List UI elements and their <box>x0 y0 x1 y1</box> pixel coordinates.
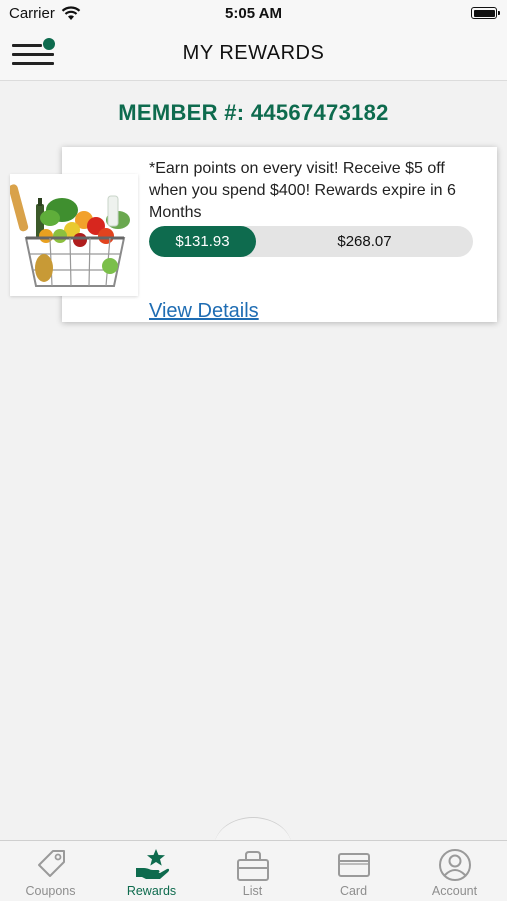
tab-bar: Coupons Rewards List Card Account <box>0 840 507 901</box>
card-icon <box>337 853 370 877</box>
tab-rewards[interactable]: Rewards <box>101 841 202 901</box>
grocery-basket-image <box>8 174 138 296</box>
list-basket-icon <box>236 851 269 881</box>
status-time: 5:05 AM <box>225 5 282 22</box>
tab-coupons[interactable]: Coupons <box>0 841 101 901</box>
battery-icon <box>471 7 500 19</box>
tab-label: Account <box>431 884 478 898</box>
tab-label: Card <box>339 884 368 898</box>
account-icon <box>438 849 471 881</box>
tag-icon <box>37 850 65 877</box>
tab-label: Rewards <box>126 884 177 898</box>
view-details-link[interactable]: View Details <box>149 300 259 323</box>
reward-description: *Earn points on every visit! Receive $5 … <box>149 160 456 221</box>
member-number: MEMBER #: 44567473182 <box>118 100 389 125</box>
progress-remaining: $268.07 <box>337 233 392 250</box>
status-bar: Carrier 5:05 AM <box>0 0 507 28</box>
tab-list[interactable]: List <box>202 841 303 901</box>
progress-earned: $131.93 <box>149 226 256 257</box>
nav-bar: MY REWARDS <box>0 28 507 81</box>
tab-label: List <box>242 884 263 898</box>
page-title: MY REWARDS <box>182 42 325 64</box>
tab-label: Coupons <box>25 884 76 898</box>
tab-card[interactable]: Card <box>303 841 404 901</box>
tab-account[interactable]: Account <box>404 841 505 901</box>
reward-progress-bar: $131.93 $268.07 <box>149 226 473 257</box>
rewards-star-hand-icon <box>135 849 169 879</box>
